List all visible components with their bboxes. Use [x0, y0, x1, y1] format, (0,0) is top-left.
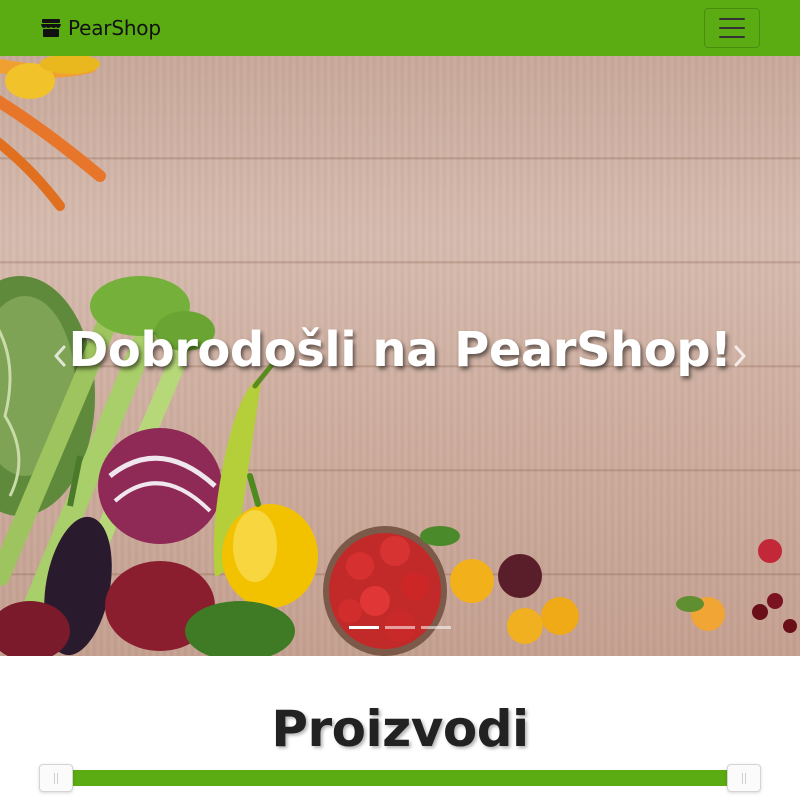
carousel-indicators [349, 626, 451, 629]
products-title: Proizvodi [271, 700, 529, 758]
chevron-left-icon [54, 345, 66, 367]
carrots-decoration [0, 56, 106, 211]
hero-title: Dobrodošli na PearShop! [68, 322, 732, 378]
navbar: PearShop [0, 0, 800, 56]
carousel-indicator-3[interactable] [421, 626, 451, 629]
carousel-next-button[interactable] [725, 336, 755, 376]
products-range-slider-track[interactable] [56, 770, 744, 786]
hero-carousel: Dobrodošli na PearShop! [0, 56, 800, 656]
hamburger-menu-icon [719, 18, 745, 20]
carousel-prev-button[interactable] [45, 336, 75, 376]
chevron-right-icon [734, 345, 746, 367]
range-slider-max-handle[interactable] [727, 764, 761, 792]
navbar-toggler-button[interactable] [704, 8, 760, 48]
carousel-indicator-2[interactable] [385, 626, 415, 629]
store-icon [41, 19, 61, 37]
range-slider-min-handle[interactable] [39, 764, 73, 792]
brand-link[interactable]: PearShop [40, 14, 161, 42]
brand-name: PearShop [68, 16, 161, 40]
carousel-indicator-1[interactable] [349, 626, 379, 629]
